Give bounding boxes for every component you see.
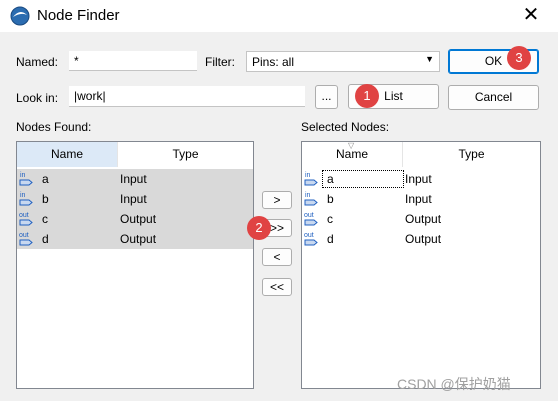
selected-nodes-label: Selected Nodes:	[301, 120, 390, 134]
chevron-down-icon: ▼	[425, 54, 434, 64]
svg-text:out: out	[304, 232, 314, 239]
node-type: Output	[120, 212, 157, 226]
column-header-type[interactable]: Type	[118, 142, 253, 167]
node-name: d	[42, 232, 49, 246]
output-pin-icon: out	[19, 212, 33, 226]
table-row[interactable]: out c Output	[302, 209, 540, 229]
filter-select-value: Pins: all	[252, 55, 295, 69]
named-label: Named:	[16, 55, 59, 69]
table-row[interactable]: out d Output	[17, 229, 253, 249]
node-name: a	[42, 172, 49, 186]
app-icon	[10, 6, 30, 26]
svg-text:out: out	[19, 232, 29, 239]
svg-text:in: in	[305, 192, 311, 199]
window-title: Node Finder	[37, 7, 120, 24]
svg-text:out: out	[304, 212, 314, 219]
table-row[interactable]: out d Output	[302, 229, 540, 249]
node-type: Input	[120, 172, 147, 186]
node-type: Input	[120, 192, 147, 206]
look-in-input[interactable]: |work|	[69, 86, 305, 107]
remove-all-button[interactable]: <<	[262, 278, 292, 296]
filter-label: Filter:	[205, 55, 235, 69]
selected-nodes-list[interactable]: Name ▽ Type in a Input in b Input out c …	[301, 141, 541, 389]
step-badge-2: 2	[247, 216, 271, 240]
output-pin-icon: out	[19, 232, 33, 246]
browse-button[interactable]: ...	[315, 85, 338, 109]
output-pin-icon: out	[304, 232, 318, 246]
named-input[interactable]: *	[69, 51, 197, 71]
filter-select[interactable]: Pins: all ▼	[246, 51, 440, 72]
svg-text:in: in	[20, 192, 26, 199]
input-pin-icon: in	[19, 192, 33, 206]
output-pin-icon: out	[304, 212, 318, 226]
input-pin-icon: in	[304, 172, 318, 186]
look-in-label: Look in:	[16, 91, 59, 105]
node-type: Input	[405, 192, 432, 206]
node-name: c	[327, 212, 333, 226]
table-row[interactable]: in a Input	[302, 169, 540, 189]
cancel-button[interactable]: Cancel	[448, 85, 539, 110]
column-header-type[interactable]: Type	[403, 142, 540, 167]
node-name: b	[42, 192, 49, 206]
table-row[interactable]: in b Input	[302, 189, 540, 209]
step-badge-3: 3	[507, 46, 531, 70]
table-row[interactable]: out c Output	[17, 209, 253, 229]
remove-selected-button[interactable]: <	[262, 248, 292, 266]
node-name: b	[327, 192, 334, 206]
node-type: Output	[120, 232, 157, 246]
column-header-name[interactable]: Name	[17, 142, 117, 167]
node-name: d	[327, 232, 334, 246]
input-pin-icon: in	[19, 172, 33, 186]
close-icon[interactable]: ✕	[520, 4, 542, 26]
nodes-found-list[interactable]: Name Type in a Input in b Input out c Ou…	[16, 141, 254, 389]
watermark: CSDN @保护奶猫	[397, 376, 511, 392]
node-name: a	[322, 170, 404, 188]
svg-text:in: in	[20, 172, 26, 179]
node-type: Input	[405, 172, 432, 186]
input-pin-icon: in	[304, 192, 318, 206]
table-row[interactable]: in b Input	[17, 189, 253, 209]
step-badge-1: 1	[355, 84, 379, 108]
table-row[interactable]: in a Input	[17, 169, 253, 189]
node-name: c	[42, 212, 48, 226]
node-type: Output	[405, 232, 442, 246]
svg-text:out: out	[19, 212, 29, 219]
svg-text:in: in	[305, 172, 311, 179]
sort-arrow-icon: ▽	[348, 141, 355, 150]
nodes-found-label: Nodes Found:	[16, 120, 92, 134]
node-type: Output	[405, 212, 442, 226]
add-selected-button[interactable]: >	[262, 191, 292, 209]
